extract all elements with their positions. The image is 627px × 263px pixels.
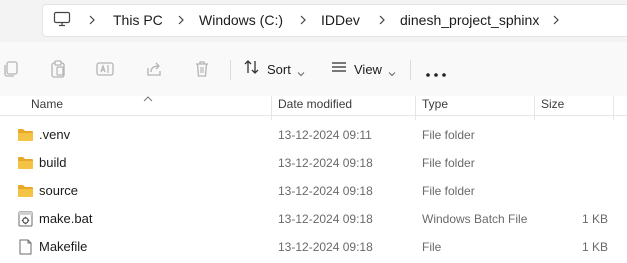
file-type: File folder (422, 156, 475, 170)
address-bar: This PC Windows (C:) IDDev dinesh_projec… (0, 0, 627, 42)
chevron-right-icon[interactable] (551, 11, 561, 29)
file-date-modified: 13-12-2024 09:18 (278, 156, 373, 170)
sort-ascending-icon (143, 89, 153, 102)
view-icon (330, 58, 348, 81)
sort-button[interactable]: Sort (243, 56, 305, 82)
chevron-right-icon[interactable] (87, 11, 97, 29)
column-divider[interactable] (271, 96, 272, 120)
delete-icon[interactable] (192, 59, 212, 79)
copy-icon[interactable] (1, 59, 21, 79)
toolbar-separator (230, 60, 231, 80)
share-icon[interactable] (144, 59, 164, 79)
command-bar: Sort View (0, 42, 627, 96)
file-row-make-bat[interactable]: make.bat 13-12-2024 09:18 Windows Batch … (0, 205, 627, 233)
folder-icon (17, 127, 34, 143)
breadcrumb-item-windows-c[interactable]: Windows (C:) (199, 11, 283, 29)
toolbar-separator (410, 60, 411, 80)
file-name: make.bat (39, 211, 93, 226)
sort-icon (243, 58, 261, 81)
file-type: File (422, 240, 442, 254)
chevron-right-icon[interactable] (176, 11, 186, 29)
file-size: 1 KB (581, 240, 608, 254)
breadcrumb-item-this-pc[interactable]: This PC (113, 11, 163, 29)
chevron-down-icon (388, 65, 396, 77)
file-date-modified: 13-12-2024 09:18 (278, 212, 373, 226)
more-icon[interactable] (424, 66, 448, 77)
breadcrumb-item-current-folder[interactable]: dinesh_project_sphinx (400, 11, 539, 29)
paste-icon[interactable] (48, 59, 68, 79)
view-button[interactable]: View (330, 56, 396, 82)
file-type: File folder (422, 184, 475, 198)
folder-icon (17, 183, 34, 199)
this-pc-icon[interactable] (53, 10, 71, 28)
batch-file-icon (17, 211, 34, 227)
file-name: .venv (39, 127, 71, 142)
chevron-down-icon (297, 65, 305, 77)
file-row-makefile[interactable]: Makefile 13-12-2024 09:18 File 1 KB (0, 233, 627, 261)
chevron-right-icon[interactable] (377, 11, 387, 29)
column-header-size[interactable]: Size (541, 96, 564, 115)
column-divider[interactable] (415, 96, 416, 120)
breadcrumb-item-iddev[interactable]: IDDev (321, 11, 360, 29)
view-label: View (354, 61, 382, 77)
column-header-name[interactable]: Name (31, 96, 63, 115)
column-header-type[interactable]: Type (422, 96, 448, 115)
file-row-build[interactable]: build 13-12-2024 09:18 File folder (0, 149, 627, 177)
file-size: 1 KB (581, 212, 608, 226)
file-icon (17, 239, 34, 255)
file-name: source (39, 183, 79, 198)
file-row-venv[interactable]: .venv 13-12-2024 09:11 File folder (0, 121, 627, 149)
file-date-modified: 13-12-2024 09:11 (278, 128, 372, 142)
column-divider[interactable] (534, 96, 535, 120)
sort-label: Sort (267, 61, 291, 77)
file-type: Windows Batch File (422, 212, 528, 226)
chevron-right-icon[interactable] (298, 11, 308, 29)
file-date-modified: 13-12-2024 09:18 (278, 240, 373, 254)
file-name: Makefile (39, 239, 88, 254)
rename-icon[interactable] (95, 59, 115, 79)
file-row-source[interactable]: source 13-12-2024 09:18 File folder (0, 177, 627, 205)
column-divider[interactable] (613, 96, 614, 120)
file-type: File folder (422, 128, 475, 142)
column-header-date-modified[interactable]: Date modified (278, 96, 352, 115)
folder-icon (17, 155, 34, 171)
file-name: build (39, 155, 67, 170)
column-header: Name Date modified Type Size (0, 96, 627, 120)
file-date-modified: 13-12-2024 09:18 (278, 184, 373, 198)
